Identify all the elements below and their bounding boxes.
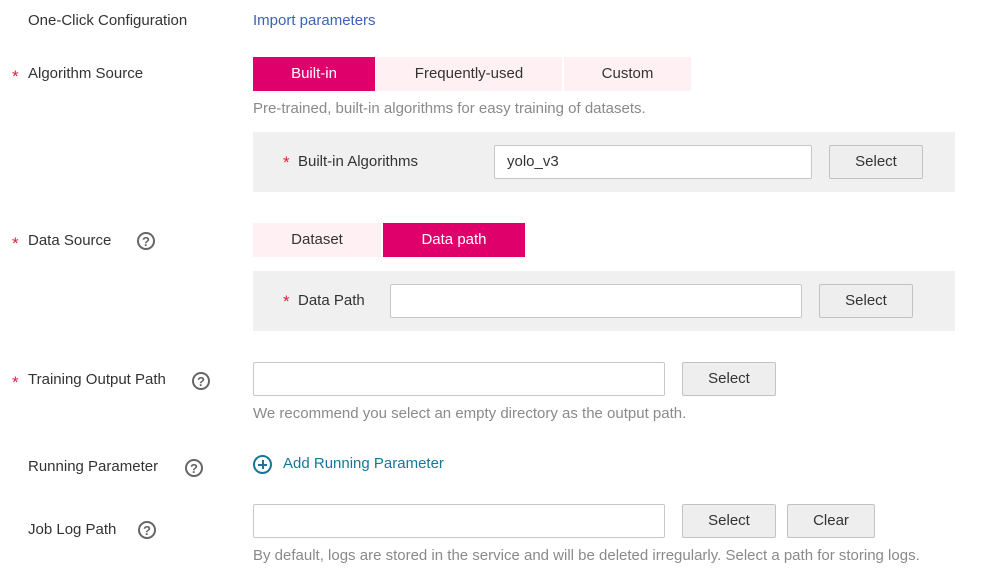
required-marker: *	[12, 373, 19, 392]
built-in-algorithm-input[interactable]: yolo_v3	[494, 145, 812, 179]
training-output-path-input[interactable]	[253, 362, 665, 396]
tab-dataset[interactable]: Dataset	[253, 223, 381, 257]
data-path-label: Data Path	[298, 292, 365, 309]
training-output-path-label: Training Output Path	[28, 371, 166, 388]
training-output-hint: We recommend you select an empty directo…	[253, 405, 687, 422]
help-icon[interactable]: ?	[138, 521, 156, 539]
built-in-algorithm-select-button[interactable]: Select	[829, 145, 923, 179]
help-icon[interactable]: ?	[137, 232, 155, 250]
built-in-algorithms-panel: * Built-in Algorithms yolo_v3 Select	[253, 132, 955, 192]
tab-custom[interactable]: Custom	[564, 57, 691, 91]
required-marker: *	[283, 292, 290, 311]
job-log-path-input[interactable]	[253, 504, 665, 538]
algorithm-source-hint: Pre-trained, built-in algorithms for eas…	[253, 100, 646, 117]
import-parameters-link[interactable]: Import parameters	[253, 12, 376, 29]
data-source-label: Data Source	[28, 232, 112, 249]
required-marker: *	[12, 234, 19, 253]
job-log-path-label: Job Log Path	[28, 521, 117, 538]
job-log-select-button[interactable]: Select	[682, 504, 776, 538]
add-circle-icon[interactable]	[253, 455, 272, 474]
data-path-panel: * Data Path Select	[253, 271, 955, 331]
data-path-select-button[interactable]: Select	[819, 284, 913, 318]
help-icon[interactable]: ?	[192, 372, 210, 390]
required-marker: *	[12, 67, 19, 86]
built-in-algorithms-label: Built-in Algorithms	[298, 153, 419, 170]
one-click-configuration-label: One-Click Configuration	[28, 12, 188, 29]
data-path-input[interactable]	[390, 284, 802, 318]
add-running-parameter-link[interactable]: Add Running Parameter	[283, 455, 444, 472]
job-log-clear-button[interactable]: Clear	[787, 504, 875, 538]
training-output-select-button[interactable]: Select	[682, 362, 776, 396]
algorithm-source-label: Algorithm Source	[28, 65, 144, 82]
tab-frequently-used[interactable]: Frequently-used	[376, 57, 562, 91]
tab-built-in[interactable]: Built-in	[253, 57, 375, 91]
required-marker: *	[283, 153, 290, 172]
job-log-hint: By default, logs are stored in the servi…	[253, 547, 920, 564]
running-parameter-label: Running Parameter	[28, 458, 159, 475]
tab-data-path[interactable]: Data path	[383, 223, 525, 257]
help-icon[interactable]: ?	[185, 459, 203, 477]
